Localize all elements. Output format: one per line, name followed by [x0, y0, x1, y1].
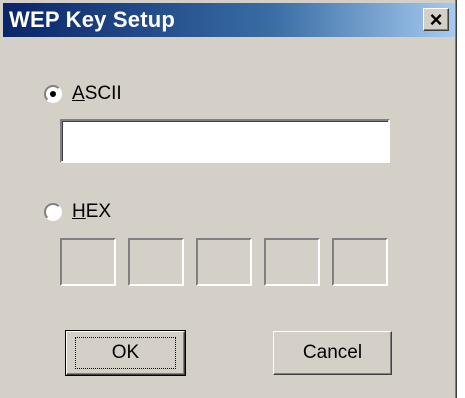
hex-key-field-2[interactable] — [128, 238, 184, 286]
hex-label[interactable]: HEX — [72, 201, 111, 223]
title-bar[interactable]: WEP Key Setup × — [3, 3, 455, 37]
dialog-frame: WEP Key Setup × ASCII HEX OK Cancel — [0, 0, 457, 398]
close-button[interactable]: × — [423, 7, 449, 32]
ok-button[interactable]: OK — [65, 330, 186, 376]
cancel-button-label: Cancel — [302, 342, 363, 363]
wep-key-setup-dialog: WEP Key Setup × ASCII HEX OK Cancel — [0, 0, 465, 398]
close-icon: × — [429, 7, 443, 32]
hex-key-field-5[interactable] — [332, 238, 388, 286]
hex-option[interactable]: HEX — [44, 200, 111, 224]
hex-key-field-4[interactable] — [264, 238, 320, 286]
hex-key-field-3[interactable] — [196, 238, 252, 286]
hex-key-field-1[interactable] — [60, 238, 116, 286]
ascii-option[interactable]: ASCII — [44, 82, 122, 106]
ascii-radio[interactable] — [44, 85, 62, 103]
cancel-button[interactable]: Cancel — [273, 331, 392, 375]
ok-button-label: OK — [75, 337, 176, 369]
ascii-label[interactable]: ASCII — [72, 83, 122, 105]
ascii-key-input[interactable] — [60, 119, 390, 163]
hex-radio[interactable] — [44, 203, 62, 221]
window-title: WEP Key Setup — [9, 7, 176, 32]
